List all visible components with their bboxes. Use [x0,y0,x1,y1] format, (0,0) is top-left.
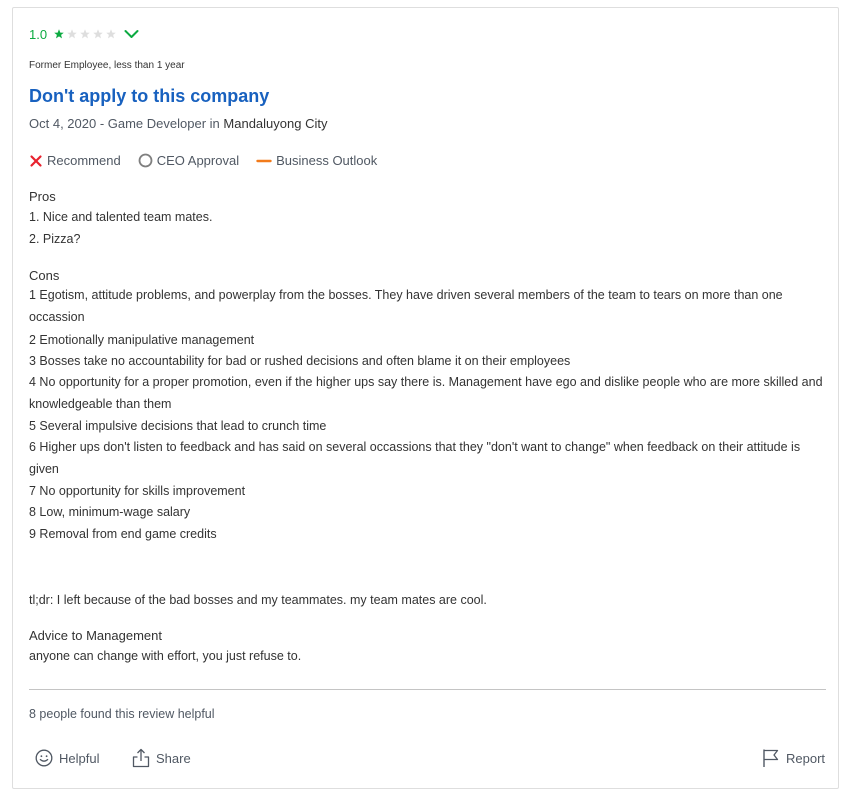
rating-stars [54,29,119,39]
employee-status: Former Employee, less than 1 year [29,60,185,71]
star-filled-icon [54,29,64,39]
cons-item: 8 Low, minimum-wage salary [29,505,191,519]
star-empty-icon [80,29,90,39]
advice-heading: Advice to Management [29,628,162,643]
cons-item: 7 No opportunity for skills improvement [29,484,246,498]
rating-row[interactable]: 1.0 [29,26,139,42]
helpful-count: 8 people found this review helpful [29,707,215,721]
rating-value: 1.0 [29,26,48,42]
dash-icon [256,159,272,162]
cons-item: 1 Egotism, attitude problems, and powerp… [29,288,783,324]
cons-item: 2 Emotionally manipulative management [29,333,255,347]
share-button[interactable]: Share [132,747,191,769]
star-empty-icon [93,29,103,39]
report-label: Report [786,750,826,766]
chevron-down-icon[interactable] [124,29,139,39]
indicator-business-outlook-label: Business Outlook [276,153,378,168]
pros-item: 1. Nice and talented team mates. [29,210,213,224]
cons-item: 5 Several impulsive decisions that lead … [29,419,327,433]
share-label: Share [156,750,191,766]
review-location: Mandaluyong City [223,116,328,131]
review-actions: Helpful Share Report [29,747,826,771]
review-title[interactable]: Don't apply to this company [29,86,269,107]
helpful-button[interactable]: Helpful [35,747,99,769]
advice-text: anyone can change with effort, you just … [29,649,302,663]
flag-icon [763,749,779,767]
indicator-recommend: Recommend [29,153,121,168]
cons-item: 4 No opportunity for a proper promotion,… [29,375,823,411]
smiley-icon [35,749,53,767]
star-empty-icon [67,29,77,39]
cons-tldr: tl;dr: I left because of the bad bosses … [29,593,487,607]
indicator-ceo-approval-label: CEO Approval [156,153,240,168]
review-date-role: Oct 4, 2020 - Game Developer [29,116,207,131]
helpful-label: Helpful [59,750,100,766]
review-indicators: Recommend CEO Approval Business Outlook [29,153,394,168]
cons-item: 6 Higher ups don't listen to feedback an… [29,440,801,476]
pros-item: 2. Pizza? [29,232,81,246]
review-card: 1.0 Former Employee, less than 1 year Do… [12,7,839,789]
pros-heading: Pros [29,189,56,204]
report-button[interactable]: Report [762,747,825,769]
circle-outline-icon [138,153,153,168]
indicator-recommend-label: Recommend [47,153,121,168]
cons-item: 3 Bosses take no accountability for bad … [29,354,571,368]
divider [29,689,826,690]
cons-item: 9 Removal from end game credits [29,527,217,541]
share-icon [132,748,150,768]
review-meta: Oct 4, 2020 - Game Developer in Mandaluy… [29,116,327,131]
cons-heading: Cons [29,268,60,283]
star-empty-icon [106,29,116,39]
review-in-word: in [209,116,220,131]
indicator-business-outlook: Business Outlook [256,153,377,168]
x-mark-icon [30,154,42,167]
indicator-ceo-approval: CEO Approval [138,153,239,168]
